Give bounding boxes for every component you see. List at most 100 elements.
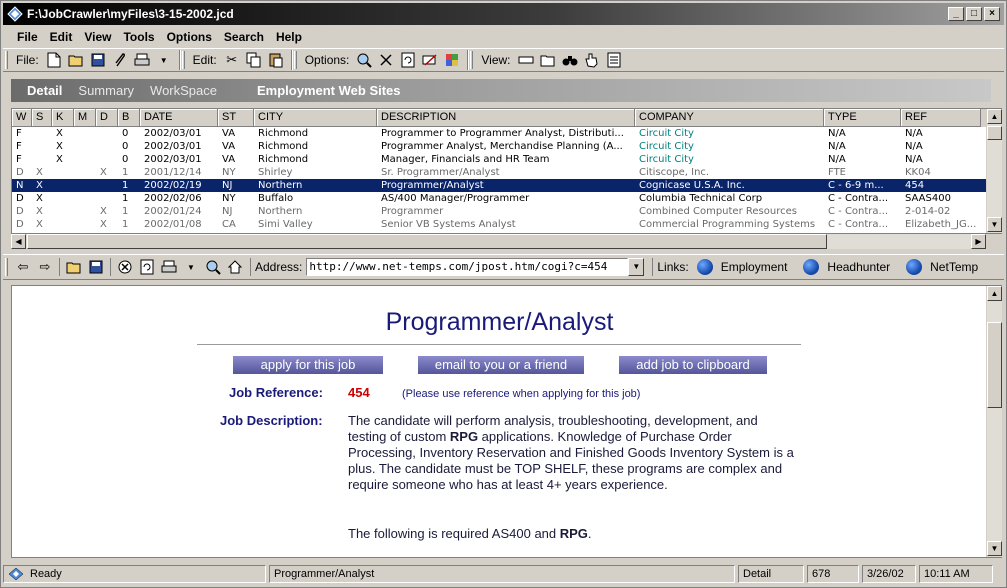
document-icon[interactable] — [605, 51, 623, 69]
hscroll-thumb[interactable] — [27, 234, 827, 249]
scroll-down-button[interactable]: ▼ — [987, 541, 1002, 556]
link-employment[interactable]: Employment — [696, 259, 787, 275]
toolbar-grip[interactable] — [5, 258, 8, 276]
scroll-down-button[interactable]: ▼ — [987, 217, 1002, 232]
apply-button[interactable]: apply for this job — [233, 356, 383, 374]
refresh-doc-icon[interactable] — [399, 51, 417, 69]
table-row[interactable]: D X X 1 2002/01/24 NJ Northern Programmer Combin… — [12, 205, 1001, 218]
column-header-ref[interactable]: REF — [901, 109, 981, 127]
cell-city: Richmond — [258, 128, 309, 139]
toolbar-grip[interactable] — [470, 51, 474, 69]
scroll-up-button[interactable]: ▲ — [987, 109, 1002, 124]
edit-entry-icon[interactable] — [421, 51, 439, 69]
column-header-s[interactable]: S — [32, 109, 52, 127]
link-nettemp[interactable]: NetTemp — [906, 259, 978, 275]
menu-help[interactable]: Help — [270, 30, 308, 44]
view-list-icon[interactable] — [517, 51, 535, 69]
toolbar-grip[interactable] — [5, 51, 8, 69]
cell-company[interactable]: Circuit City — [635, 153, 824, 166]
menu-options[interactable]: Options — [161, 30, 218, 44]
table-row[interactable]: F X 0 2002/03/01 VA Richmond Programmer Analys… — [12, 140, 1001, 153]
column-header-state[interactable]: ST — [218, 109, 254, 127]
back-arrow-icon[interactable]: ⇦ — [14, 258, 32, 276]
scroll-right-button[interactable]: ▶ — [971, 234, 986, 249]
refresh-icon[interactable] — [138, 258, 156, 276]
search-web-icon[interactable] — [204, 258, 222, 276]
status-time-pane: 10:11 AM — [919, 565, 993, 583]
close-button[interactable]: × — [984, 7, 1000, 21]
menu-view[interactable]: View — [78, 30, 117, 44]
column-header-city[interactable]: CITY — [254, 109, 377, 127]
grid-scrollbar[interactable]: ▲ ▼ — [986, 109, 1002, 233]
view-folder-icon[interactable] — [539, 51, 557, 69]
column-header-m[interactable]: M — [74, 109, 96, 127]
binoculars-icon[interactable] — [561, 51, 579, 69]
cut-icon[interactable]: ✂ — [223, 51, 241, 69]
cell-city: Northern — [258, 180, 303, 191]
save-icon[interactable] — [87, 258, 105, 276]
print-icon[interactable] — [160, 258, 178, 276]
tab-workspace[interactable]: WorkSpace — [150, 83, 217, 98]
scroll-up-button[interactable]: ▲ — [987, 286, 1002, 301]
cell-b: 1 — [122, 180, 129, 191]
delete-icon[interactable] — [377, 51, 395, 69]
table-row[interactable]: F X 0 2002/03/01 VA Richmond Manager, Financia… — [12, 153, 1001, 166]
print-icon[interactable] — [133, 51, 151, 69]
color-grid-icon[interactable] — [443, 51, 461, 69]
column-header-w[interactable]: W — [12, 109, 32, 127]
table-row[interactable]: N X 1 2002/02/19 NJ Northern Programmer/Analys… — [12, 179, 1001, 192]
scroll-left-button[interactable]: ◀ — [11, 234, 26, 249]
column-header-k[interactable]: K — [52, 109, 74, 127]
table-row[interactable]: F X 0 2002/03/01 VA Richmond Programmer to Pro… — [12, 127, 1001, 140]
cell-company[interactable]: Circuit City — [635, 127, 824, 140]
search-web-icon[interactable] — [355, 51, 373, 69]
menu-edit[interactable]: Edit — [44, 30, 79, 44]
open-folder-icon[interactable] — [67, 51, 85, 69]
add-to-clipboard-button[interactable]: add job to clipboard — [619, 356, 767, 374]
webview-scrollbar[interactable]: ▲ ▼ — [986, 286, 1002, 557]
cell-company[interactable]: Circuit City — [635, 140, 824, 153]
new-file-icon[interactable] — [45, 51, 63, 69]
maximize-button[interactable]: □ — [966, 7, 982, 21]
column-header-company[interactable]: COMPANY — [635, 109, 824, 127]
print-dropdown-icon[interactable]: ▼ — [182, 258, 200, 276]
toolbar-grip[interactable] — [293, 51, 297, 69]
print-dropdown-icon[interactable]: ▼ — [155, 51, 173, 69]
attach-icon[interactable] — [111, 51, 129, 69]
stop-icon[interactable] — [116, 258, 134, 276]
column-header-type[interactable]: TYPE — [824, 109, 901, 127]
save-icon[interactable] — [89, 51, 107, 69]
paste-icon[interactable] — [267, 51, 285, 69]
open-folder-icon[interactable] — [65, 258, 83, 276]
link-headhunter[interactable]: Headhunter — [803, 259, 890, 275]
cell-b: 0 — [122, 154, 129, 165]
address-dropdown-icon[interactable]: ▼ — [628, 258, 645, 276]
title-bar[interactable]: F:\JobCrawler\myFiles\3-15-2002.jcd _ □ … — [3, 3, 1004, 25]
home-icon[interactable] — [226, 258, 244, 276]
table-row[interactable]: D X 1 2002/02/06 NY Buffalo AS/400 Manager/Pro… — [12, 192, 1001, 205]
column-header-date[interactable]: DATE — [140, 109, 218, 127]
hand-icon[interactable] — [583, 51, 601, 69]
column-header-d[interactable]: D — [96, 109, 118, 127]
scroll-thumb[interactable] — [987, 322, 1002, 408]
tab-summary[interactable]: Summary — [78, 83, 134, 98]
table-row[interactable]: D X X 1 2001/12/14 NY Shirley Sr. Programmer/An… — [12, 166, 1001, 179]
email-friend-button[interactable]: email to you or a friend — [418, 356, 584, 374]
copy-icon[interactable] — [245, 51, 263, 69]
menu-tools[interactable]: Tools — [117, 30, 160, 44]
toolbar-grip[interactable] — [181, 51, 185, 69]
forward-arrow-icon[interactable]: ⇨ — [36, 258, 54, 276]
menu-search[interactable]: Search — [218, 30, 270, 44]
job-detail-webview: Programmer/Analyst apply for this job em… — [11, 285, 1002, 558]
column-header-description[interactable]: DESCRIPTION — [377, 109, 635, 127]
table-row[interactable]: D X X 1 2002/01/08 CA Simi Valley Senior VB Sys… — [12, 218, 1001, 231]
menu-file[interactable]: File — [11, 30, 44, 44]
scroll-thumb[interactable] — [987, 126, 1002, 140]
column-header-b[interactable]: B — [118, 109, 140, 127]
cell-description: Programmer Analyst, Merchandise Planning… — [381, 141, 623, 152]
grid-hscrollbar[interactable]: ◀ ▶ — [11, 234, 986, 249]
job-reference-note: (Please use reference when applying for … — [402, 388, 641, 400]
tab-detail[interactable]: Detail — [27, 83, 62, 98]
address-input[interactable]: http://www.net-temps.com/jpost.htm/cogi?… — [306, 258, 629, 276]
minimize-button[interactable]: _ — [948, 7, 964, 21]
